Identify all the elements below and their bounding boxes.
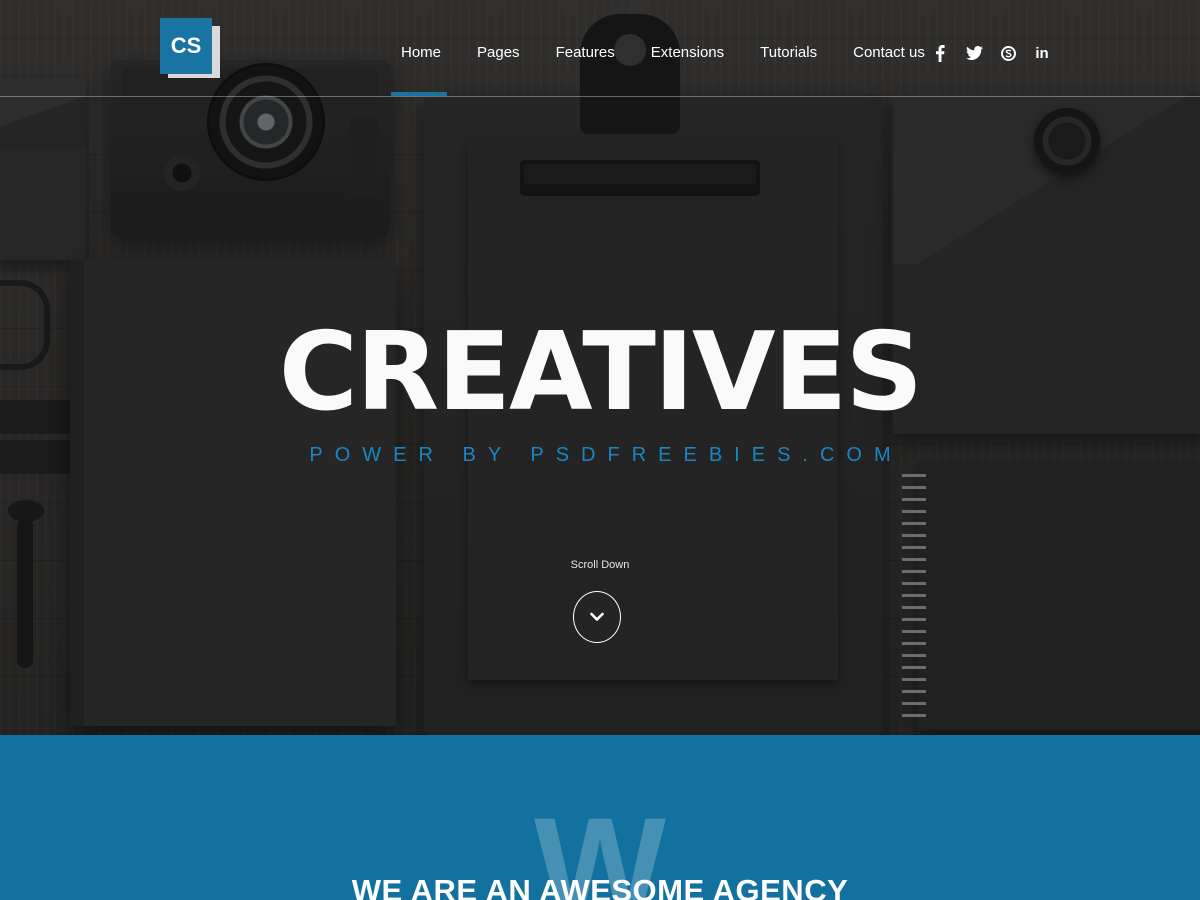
nav-contact-us[interactable]: Contact us — [835, 40, 943, 66]
skype-icon[interactable] — [996, 42, 1020, 64]
hero-subtitle: POWER BY PSDFREEBIES.COM — [309, 444, 903, 466]
nav-extensions[interactable]: Extensions — [633, 40, 742, 66]
main-nav: Home Pages Features Extensions Tutorials… — [383, 40, 943, 66]
nav-pages[interactable]: Pages — [459, 40, 538, 66]
social-links: in — [928, 42, 1054, 64]
hero-title: CREATIVES — [278, 310, 923, 435]
header-divider — [0, 96, 1200, 97]
about-heading: WE ARE AN AWESOME AGENCY — [351, 873, 849, 900]
scroll-down-button[interactable] — [573, 591, 621, 643]
twitter-icon[interactable] — [962, 42, 986, 64]
chevron-down-icon — [590, 612, 604, 621]
nav-tutorials[interactable]: Tutorials — [742, 40, 835, 66]
scroll-down-label: Scroll Down — [570, 559, 630, 571]
logo-text: CS — [160, 18, 212, 74]
linkedin-icon[interactable]: in — [1030, 42, 1054, 64]
nav-features[interactable]: Features — [538, 40, 633, 66]
about-section: W WE ARE AN AWESOME AGENCY — [0, 735, 1200, 900]
site-logo[interactable]: CS — [160, 18, 220, 78]
facebook-icon[interactable] — [928, 42, 952, 64]
nav-home[interactable]: Home — [383, 40, 459, 66]
